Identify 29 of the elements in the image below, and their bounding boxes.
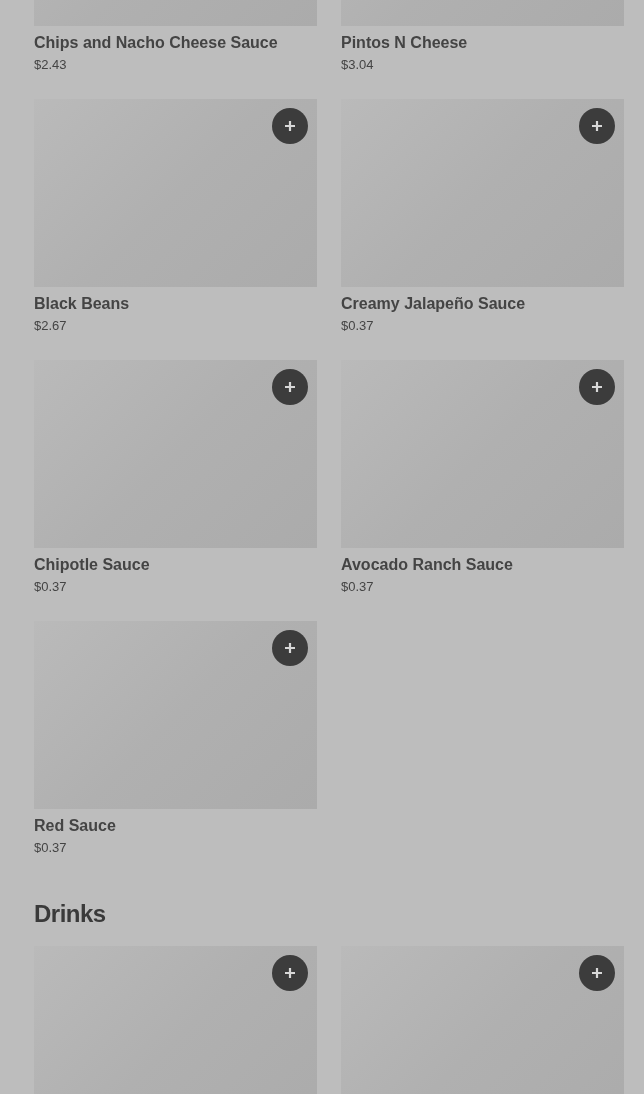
add-button[interactable] [579, 108, 615, 144]
add-button[interactable] [579, 955, 615, 991]
plus-icon [284, 967, 296, 979]
add-button[interactable] [272, 955, 308, 991]
item-price: $0.37 [341, 578, 375, 596]
item-name: Chipotle Sauce [34, 555, 151, 575]
add-button[interactable] [272, 369, 308, 405]
item-name: Black Beans [34, 294, 131, 314]
item-price: $0.37 [341, 317, 375, 335]
item-price: $2.67 [34, 317, 68, 335]
plus-icon [284, 381, 296, 393]
add-button[interactable] [272, 108, 308, 144]
add-button[interactable] [579, 369, 615, 405]
item-name: Pintos N Cheese [341, 33, 469, 53]
plus-icon [591, 120, 603, 132]
plus-icon [284, 120, 296, 132]
item-name: Avocado Ranch Sauce [341, 555, 514, 575]
plus-icon [284, 642, 296, 654]
plus-icon [591, 381, 603, 393]
item-price: $0.37 [34, 578, 68, 596]
add-button[interactable] [272, 630, 308, 666]
plus-icon [591, 967, 603, 979]
item-price: $2.43 [34, 56, 68, 74]
item-name: Chips and Nacho Cheese Sauce [34, 33, 279, 53]
item-name: Red Sauce [34, 816, 117, 836]
item-name: Creamy Jalapeño Sauce [341, 294, 527, 314]
section-heading: Drinks [34, 900, 107, 928]
item-price: $0.37 [34, 839, 68, 857]
item-price: $3.04 [341, 56, 375, 74]
